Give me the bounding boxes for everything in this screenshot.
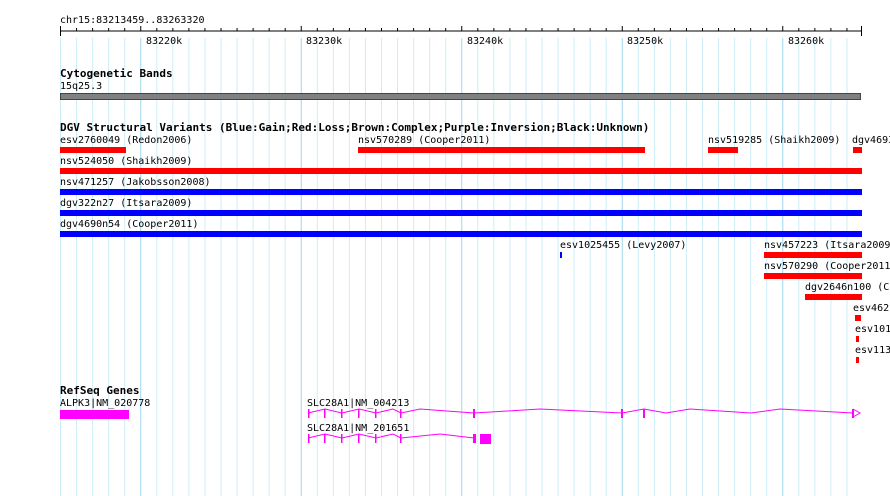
variant-bar-dgv4690n54[interactable] bbox=[60, 231, 862, 237]
variant-bar-dgv4693[interactable] bbox=[853, 147, 862, 153]
variant-label: nsv524050 (Shaikh2009) bbox=[60, 156, 193, 167]
variant-label: esv1025455 (Levy2007) bbox=[560, 240, 687, 251]
gene-model-alpk3[interactable] bbox=[60, 410, 129, 419]
ruler-tick-label: 83240k bbox=[467, 36, 504, 47]
ruler-axis bbox=[60, 26, 862, 36]
variant-label: dgv4690n54 (Cooper2011) bbox=[60, 219, 199, 230]
gene-label: ALPK3|NM_020778 bbox=[60, 398, 151, 409]
variant-bar-esv462[interactable] bbox=[855, 315, 861, 321]
variant-label: nsv471257 (Jakobsson2008) bbox=[60, 177, 211, 188]
variant-bar-dgv322n27[interactable] bbox=[60, 210, 862, 216]
ruler-tick-label: 83220k bbox=[146, 36, 183, 47]
gene-model-slc28a1-nm004213[interactable] bbox=[300, 406, 870, 422]
variant-bar-esv113[interactable] bbox=[856, 357, 859, 363]
cytoband-track-title: Cytogenetic Bands bbox=[60, 67, 173, 80]
variant-label: esv113 bbox=[855, 345, 890, 356]
variant-bar-nsv457223[interactable] bbox=[764, 252, 862, 258]
variant-label: dgv4693 bbox=[852, 135, 890, 146]
dgv-track-title: DGV Structural Variants (Blue:Gain;Red:L… bbox=[60, 121, 650, 134]
variant-bar-nsv519285[interactable] bbox=[708, 147, 738, 153]
variant-label: dgv322n27 (Itsara2009) bbox=[60, 198, 193, 209]
gene-model-slc28a1-nm201651[interactable] bbox=[300, 431, 500, 447]
refseq-track-title: RefSeq Genes bbox=[60, 384, 140, 397]
ruler-tick-label: 83230k bbox=[306, 36, 343, 47]
cytoband-label: 15q25.3 bbox=[60, 81, 103, 92]
variant-label: nsv519285 (Shaikh2009) bbox=[708, 135, 841, 146]
variant-label: esv101 bbox=[855, 324, 890, 335]
variant-bar-nsv570290[interactable] bbox=[764, 273, 862, 279]
variant-bar-esv101[interactable] bbox=[856, 336, 859, 342]
variant-bar-dgv2646n100[interactable] bbox=[805, 294, 862, 300]
variant-label: nsv457223 (Itsara2009 bbox=[764, 240, 890, 251]
ruler-tick-label: 83250k bbox=[627, 36, 664, 47]
cytoband-bar[interactable] bbox=[60, 93, 861, 100]
variant-label: nsv570289 (Cooper2011) bbox=[358, 135, 491, 146]
variant-label: esv462 bbox=[853, 303, 890, 314]
ruler-tick-label: 83260k bbox=[788, 36, 825, 47]
variant-bar-nsv570289[interactable] bbox=[358, 147, 645, 153]
variant-label: nsv570290 (Cooper2011 bbox=[764, 261, 890, 272]
variant-bar-esv1025455[interactable] bbox=[560, 252, 562, 258]
variant-label: dgv2646n100 (Co bbox=[805, 282, 890, 293]
variant-bar-nsv471257[interactable] bbox=[60, 189, 862, 195]
variant-bar-esv2760049[interactable] bbox=[60, 147, 126, 153]
variant-label: esv2760049 (Redon2006) bbox=[60, 135, 193, 146]
variant-bar-nsv524050[interactable] bbox=[60, 168, 862, 174]
